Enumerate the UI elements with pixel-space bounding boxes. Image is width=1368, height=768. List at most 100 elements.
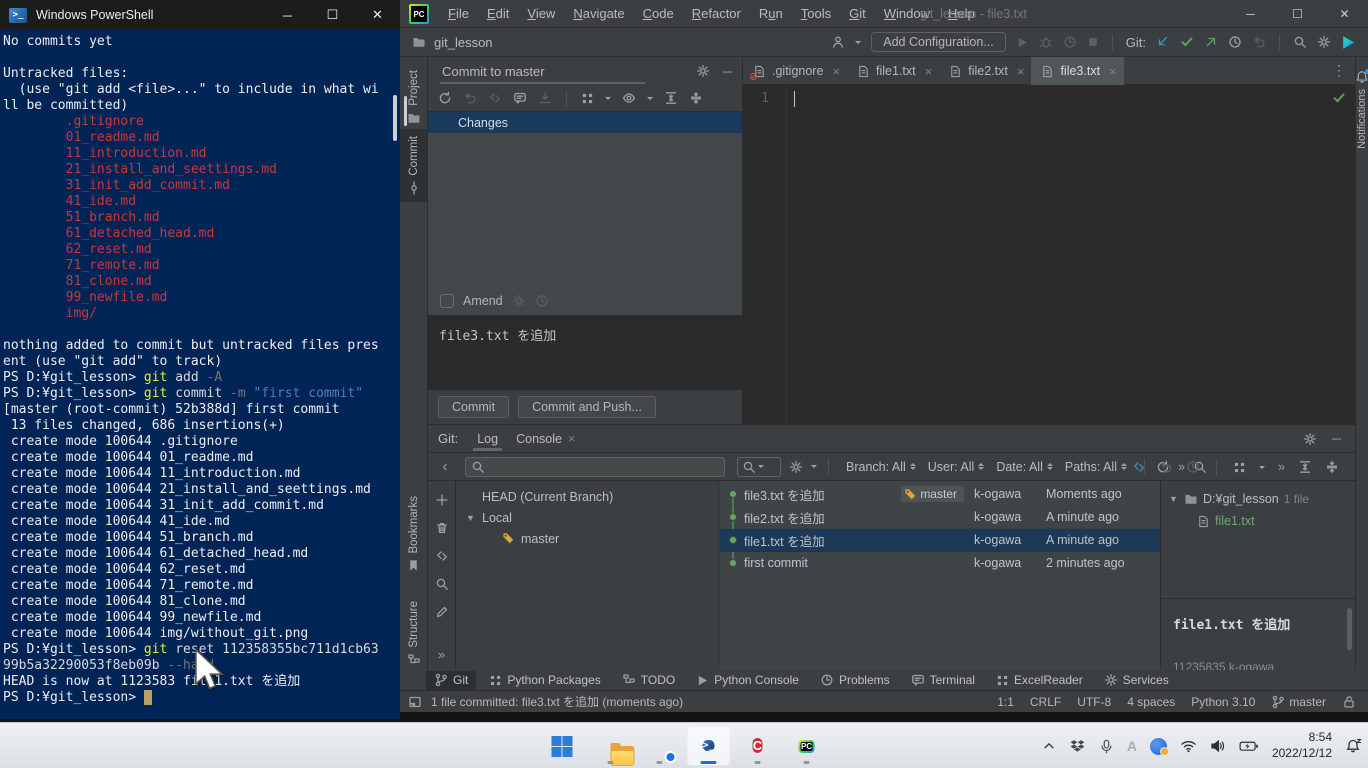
more-icon[interactable]: » [438, 647, 445, 662]
settings-icon[interactable] [1317, 35, 1331, 49]
ide-gradient-icon[interactable] [1341, 35, 1356, 50]
tab-close-icon[interactable]: × [832, 64, 840, 79]
sidebar-item-notifications[interactable]: Notifications [1356, 63, 1368, 156]
commit-row[interactable]: first commitk-ogawa2 minutes ago [720, 552, 1160, 575]
commit-row[interactable]: file3.txt を追加masterk-ogawaMoments ago [720, 483, 1160, 506]
splitter-handle[interactable] [404, 96, 407, 126]
filter-user[interactable]: User: All [928, 460, 985, 474]
rollback-icon[interactable] [1159, 460, 1173, 474]
refresh-icon[interactable] [438, 91, 452, 105]
battery-icon[interactable] [1239, 739, 1259, 753]
commit-message-input[interactable]: file3.txt を追加 [428, 315, 742, 390]
menu-item-git[interactable]: Git [840, 6, 875, 21]
toolwindow-button-git[interactable]: Git [426, 671, 476, 690]
filter-paths[interactable]: Paths: All [1065, 460, 1127, 474]
minimize-icon[interactable]: ─ [265, 0, 310, 30]
commit-and-push-button[interactable]: Commit and Push... [518, 396, 656, 418]
tab-close-icon[interactable]: × [568, 432, 575, 446]
add-configuration-button[interactable]: Add Configuration... [871, 32, 1006, 52]
amend-checkbox[interactable] [440, 294, 454, 308]
shelve-icon[interactable] [538, 91, 552, 105]
status-item-crlf[interactable]: CRLF [1030, 695, 1061, 709]
branch-group-local[interactable]: ▼Local [456, 507, 719, 528]
menu-item-tools[interactable]: Tools [792, 6, 840, 21]
group-by-icon[interactable] [581, 92, 594, 105]
close-icon[interactable]: ✕ [1321, 0, 1368, 27]
status-item-4-spaces[interactable]: 4 spaces [1127, 695, 1175, 709]
filter-branch[interactable]: Branch: All [846, 460, 916, 474]
navigate-selection-icon[interactable] [1132, 460, 1146, 474]
ime-indicator[interactable]: A [1127, 738, 1137, 754]
tab-console[interactable]: Console× [507, 427, 584, 451]
tab-file1-txt[interactable]: file1.txt× [847, 57, 939, 85]
tab-file2-txt[interactable]: file2.txt× [939, 57, 1031, 85]
filter-date[interactable]: Date: All [996, 460, 1053, 474]
tray-app-icon[interactable] [1150, 738, 1167, 755]
rollback-icon[interactable] [463, 91, 477, 105]
commit-options-icon[interactable] [512, 294, 526, 308]
commit-row[interactable]: file1.txt を追加k-ogawaA minute ago [720, 529, 1160, 552]
menu-item-run[interactable]: Run [750, 6, 792, 21]
toolwindow-button-python-packages[interactable]: Python Packages [481, 671, 608, 690]
terminal-scrollbar[interactable] [393, 95, 397, 141]
clock[interactable]: 8:54 2022/12/12 [1272, 730, 1332, 761]
scrollbar-thumb[interactable] [1347, 608, 1352, 650]
editor-body[interactable]: 1 [743, 85, 1355, 424]
commit-button[interactable]: Commit [438, 396, 509, 418]
minimize-icon[interactable]: ─ [1227, 0, 1274, 27]
toolwindow-button-python-console[interactable]: Python Console [688, 671, 807, 690]
status-item-python-3-10[interactable]: Python 3.10 [1191, 695, 1255, 709]
lock-icon[interactable] [1342, 695, 1356, 709]
taskbar-start-button[interactable] [540, 726, 584, 766]
notification-bell-icon[interactable] [1345, 738, 1363, 754]
status-message[interactable]: 1 file committed: file3.txt を追加 (moments… [431, 693, 683, 710]
menu-item-file[interactable]: File [439, 6, 478, 21]
log-settings-icon[interactable] [789, 460, 803, 474]
taskbar-explorer-button[interactable] [589, 726, 633, 766]
menu-item-edit[interactable]: Edit [478, 6, 518, 21]
search-branch-icon[interactable] [435, 577, 449, 591]
toolwindow-button-problems[interactable]: Problems [812, 671, 898, 690]
toolwindow-button-excelreader[interactable]: ExcelReader [988, 671, 1091, 690]
cherry-pick-icon[interactable] [488, 91, 502, 105]
collapse-all-icon[interactable] [689, 91, 703, 105]
terminal-output[interactable]: No commits yet Untracked files: (use "gi… [0, 30, 400, 719]
git-update-icon[interactable] [1156, 35, 1170, 49]
debug-icon[interactable] [1039, 35, 1053, 49]
expand-all-icon[interactable] [1298, 460, 1312, 474]
stop-icon[interactable] [1087, 36, 1099, 48]
sidebar-item-commit[interactable]: Commit [400, 129, 427, 202]
taskbar-pycharm-button[interactable]: PC [785, 726, 829, 766]
more-tabs-icon[interactable]: ⋮ [1332, 62, 1345, 79]
menu-item-navigate[interactable]: Navigate [564, 6, 633, 21]
profiler-icon[interactable] [1063, 35, 1077, 49]
group-by-icon[interactable] [1233, 461, 1246, 474]
toolwindow-button-terminal[interactable]: Terminal [903, 671, 983, 690]
show-diff-icon[interactable] [513, 91, 527, 105]
changes-group-row[interactable]: Changes [428, 112, 742, 133]
menu-item-code[interactable]: Code [634, 6, 683, 21]
history-icon[interactable] [1186, 460, 1200, 474]
rename-icon[interactable] [435, 605, 449, 619]
commit-row[interactable]: file2.txt を追加k-ogawaA minute ago [720, 506, 1160, 529]
close-icon[interactable]: ✕ [355, 0, 400, 30]
tray-overflow-icon[interactable] [1042, 739, 1056, 753]
dropbox-icon[interactable] [1069, 739, 1086, 754]
status-item-master[interactable]: master [1271, 695, 1326, 709]
menu-item-view[interactable]: View [518, 6, 564, 21]
taskbar-powershell-button[interactable]: >_ [687, 726, 731, 766]
project-name[interactable]: git_lesson [434, 35, 493, 50]
details-root-row[interactable]: ▼ D:¥git_lesson 1 file [1161, 488, 1355, 510]
branch-master-row[interactable]: master [456, 528, 719, 549]
git-push-icon[interactable] [1204, 35, 1218, 49]
taskbar-chrome-button[interactable] [638, 726, 682, 766]
log-panel-settings-icon[interactable] [1303, 432, 1317, 446]
tab-close-icon[interactable]: × [925, 64, 933, 79]
delete-icon[interactable] [435, 521, 449, 535]
microphone-icon[interactable] [1099, 739, 1114, 754]
tool-window-switcher-icon[interactable] [408, 695, 422, 709]
maximize-icon[interactable]: ☐ [1274, 0, 1321, 27]
hide-icon[interactable]: ─ [1332, 431, 1341, 446]
commit-settings-icon[interactable] [696, 64, 710, 78]
expand-all-icon[interactable] [664, 91, 678, 105]
